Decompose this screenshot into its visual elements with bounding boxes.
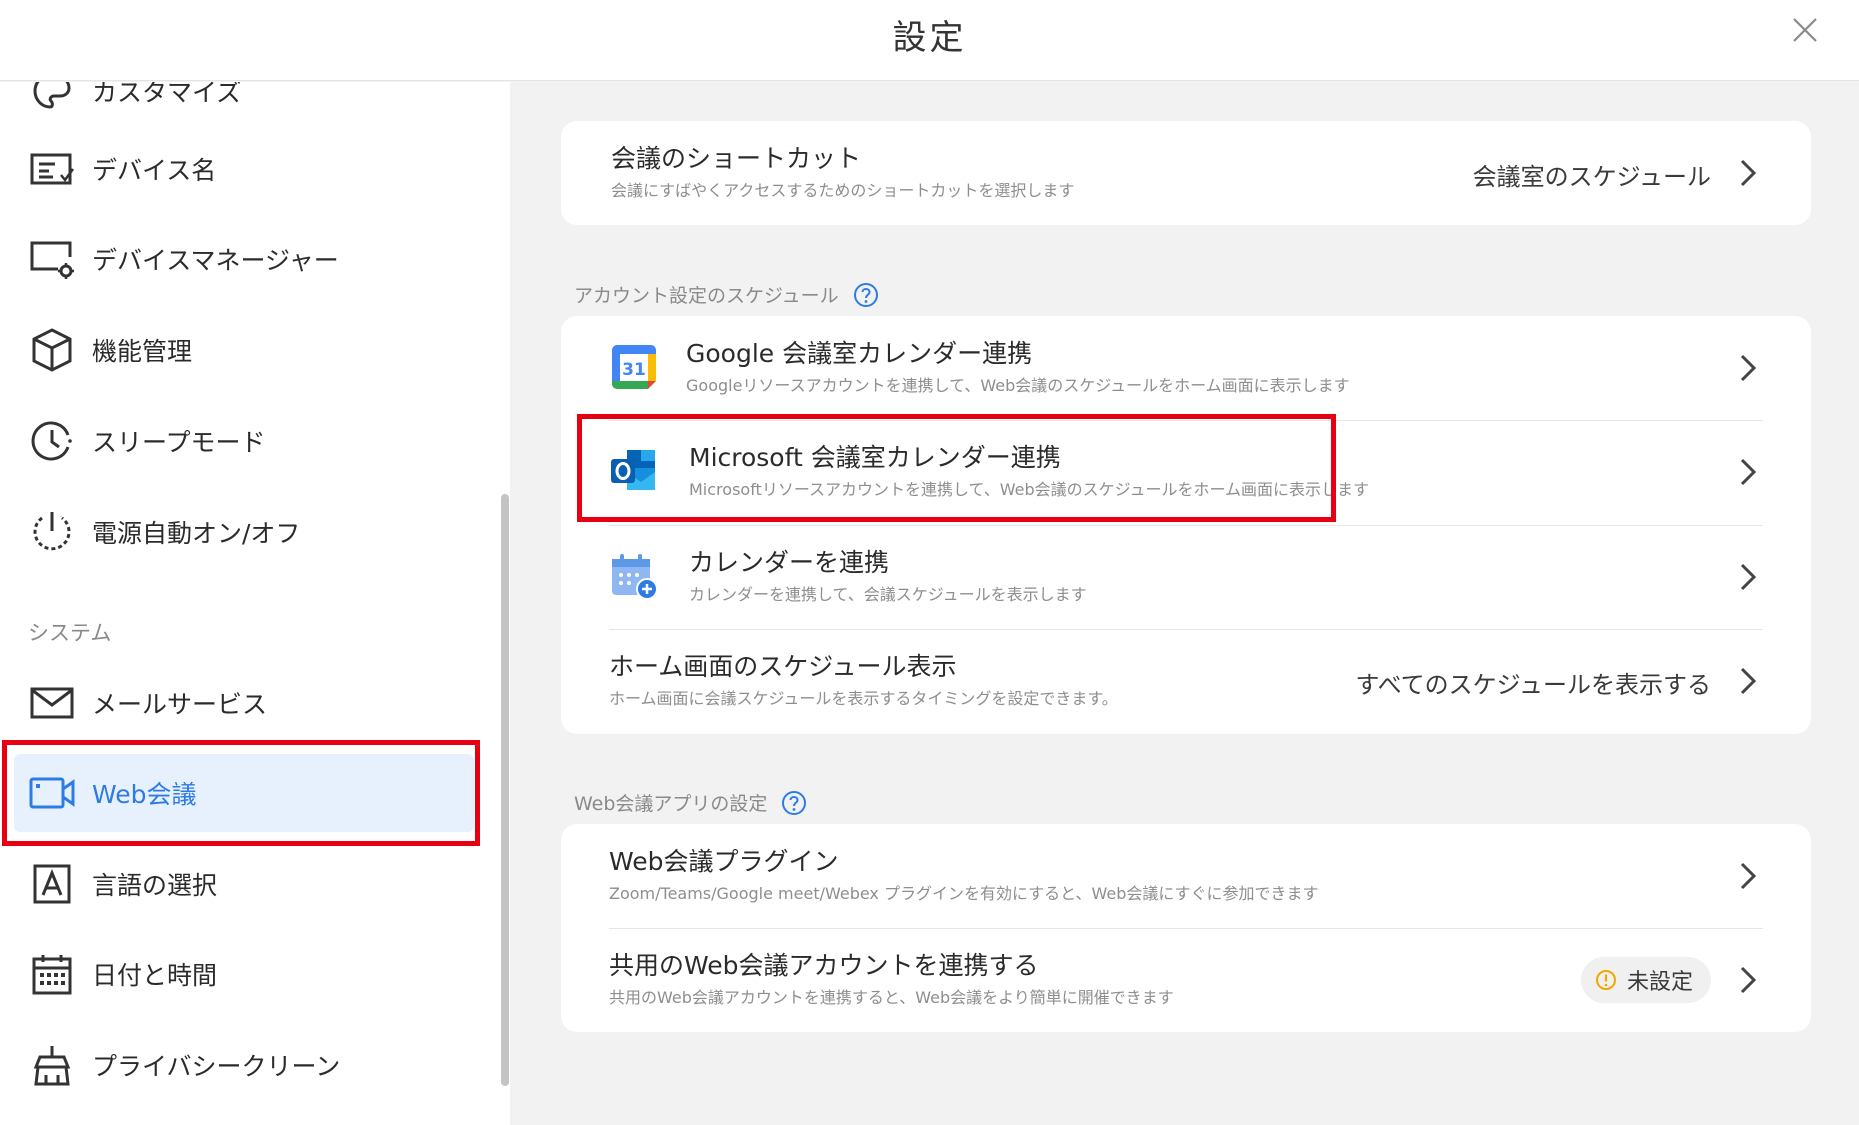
chevron-right-icon — [1740, 862, 1757, 890]
sidebar-item-customize[interactable]: カスタマイズ — [14, 82, 474, 130]
section-label-web-meeting-app: Web会議アプリの設定 — [574, 789, 807, 816]
palette-icon — [28, 82, 76, 115]
sidebar-item-language[interactable]: 言語の選択 — [14, 845, 474, 923]
highlight-box-web-meeting — [2, 740, 480, 846]
row-subtitle: ホーム画面に会議スケジュールを表示するタイミングを設定できます。 — [609, 689, 1118, 708]
status-badge-label: 未設定 — [1626, 970, 1693, 995]
sidebar-item-date-time[interactable]: 日付と時間 — [14, 935, 474, 1013]
row-title: ホーム画面のスケジュール表示 — [609, 652, 957, 681]
chevron-right-icon — [1740, 458, 1757, 486]
meeting-shortcut-row[interactable]: 会議のショートカット 会議にすばやくアクセスするためのショートカットを選択します… — [561, 121, 1811, 225]
sidebar-item-label: 言語の選択 — [92, 871, 218, 900]
shared-web-meeting-account-row[interactable]: 共用のWeb会議アカウントを連携する 共用のWeb会議アカウントを連携すると、W… — [561, 928, 1811, 1032]
svg-text:31: 31 — [622, 360, 646, 380]
warning-icon — [1595, 970, 1616, 990]
sidebar: カスタマイズ デバイス名 デバイスマネージャー 機能管理 スリープモード 電源自… — [0, 82, 510, 1125]
row-subtitle: 共用のWeb会議アカウントを連携すると、Web会議をより簡単に開催できます — [609, 988, 1174, 1007]
status-badge: 未設定 — [1580, 957, 1711, 1003]
rename-icon — [28, 145, 76, 193]
close-icon[interactable] — [1789, 14, 1821, 46]
section-label-system: システム — [28, 621, 112, 645]
google-calendar-row[interactable]: 31 Google 会議室カレンダー連携 Googleリソースアカウントを連携し… — [561, 316, 1811, 420]
section-label-text: Web会議アプリの設定 — [574, 793, 768, 815]
sidebar-item-label: 日付と時間 — [92, 961, 218, 990]
highlight-box-microsoft-calendar — [577, 414, 1336, 522]
sidebar-item-label: デバイス名 — [92, 156, 217, 185]
sidebar-item-label: 機能管理 — [92, 337, 193, 366]
sidebar-item-label: メールサービス — [92, 690, 268, 719]
chevron-right-icon — [1740, 159, 1757, 187]
sidebar-item-label: スリープモード — [92, 428, 266, 457]
sidebar-item-device-manager[interactable]: デバイスマネージャー — [14, 220, 474, 298]
page-title: 設定 — [892, 18, 967, 58]
calendar-link-row[interactable]: カレンダーを連携 カレンダーを連携して、会議スケジュールを表示します — [561, 525, 1811, 629]
broom-icon — [28, 1041, 76, 1089]
section-label-account-schedule: アカウント設定のスケジュール — [574, 281, 879, 308]
sidebar-item-label: プライバシークリーン — [92, 1052, 341, 1081]
row-title: カレンダーを連携 — [689, 548, 890, 577]
row-subtitle: Googleリソースアカウントを連携して、Web会議のスケジュールをホーム画面に… — [686, 376, 1350, 395]
row-value: すべてのスケジュールを表示する — [1355, 671, 1711, 699]
row-title: 共用のWeb会議アカウントを連携する — [609, 951, 1039, 980]
chevron-right-icon — [1740, 966, 1757, 994]
chevron-right-icon — [1740, 563, 1757, 591]
row-title: Web会議プラグイン — [609, 847, 839, 876]
help-icon[interactable] — [853, 282, 879, 308]
sidebar-item-feature-management[interactable]: 機能管理 — [14, 311, 474, 389]
row-title: 会議のショートカット — [611, 144, 862, 173]
account-schedule-card: 31 Google 会議室カレンダー連携 Googleリソースアカウントを連携し… — [561, 316, 1811, 734]
sidebar-item-sleep-mode[interactable]: スリープモード — [14, 402, 474, 480]
device-manager-icon — [28, 235, 76, 283]
home-schedule-display-row[interactable]: ホーム画面のスケジュール表示 ホーム画面に会議スケジュールを表示するタイミングを… — [561, 629, 1811, 734]
sidebar-item-label: 電源自動オン/オフ — [92, 519, 301, 548]
sidebar-item-device-name[interactable]: デバイス名 — [14, 130, 474, 208]
calendar-icon — [28, 950, 76, 998]
web-meeting-app-card: Web会議プラグイン Zoom/Teams/Google meet/Webex … — [561, 824, 1811, 1032]
chevron-right-icon — [1740, 354, 1757, 382]
title-bar: 設定 — [0, 0, 1859, 81]
chevron-right-icon — [1740, 667, 1757, 695]
language-icon — [28, 860, 76, 908]
calendar-add-icon — [612, 554, 658, 600]
sidebar-item-label: カスタマイズ — [92, 82, 242, 107]
mail-icon — [28, 679, 76, 727]
row-subtitle: 会議にすばやくアクセスするためのショートカットを選択します — [611, 181, 1075, 200]
sidebar-item-mail-service[interactable]: メールサービス — [14, 664, 474, 742]
row-subtitle: Zoom/Teams/Google meet/Webex プラグインを有効にする… — [609, 884, 1319, 903]
section-label-text: アカウント設定のスケジュール — [574, 285, 839, 307]
main-content: 会議のショートカット 会議にすばやくアクセスするためのショートカットを選択します… — [510, 82, 1859, 1125]
sidebar-scrollbar[interactable] — [501, 494, 509, 1086]
help-icon[interactable] — [781, 790, 807, 816]
cube-icon — [28, 326, 76, 374]
sidebar-item-privacy-clean[interactable]: プライバシークリーン — [14, 1026, 474, 1104]
web-meeting-plugin-row[interactable]: Web会議プラグイン Zoom/Teams/Google meet/Webex … — [561, 824, 1811, 928]
sidebar-item-label: デバイスマネージャー — [92, 246, 339, 275]
google-calendar-icon: 31 — [612, 345, 656, 389]
shortcut-card: 会議のショートカット 会議にすばやくアクセスするためのショートカットを選択します… — [561, 121, 1811, 225]
clock-icon — [28, 417, 76, 465]
sidebar-item-power-schedule[interactable]: 電源自動オン/オフ — [14, 493, 474, 571]
row-value: 会議室のスケジュール — [1472, 163, 1711, 191]
row-title: Google 会議室カレンダー連携 — [686, 339, 1033, 368]
row-subtitle: カレンダーを連携して、会議スケジュールを表示します — [689, 585, 1087, 604]
power-icon — [28, 508, 76, 556]
